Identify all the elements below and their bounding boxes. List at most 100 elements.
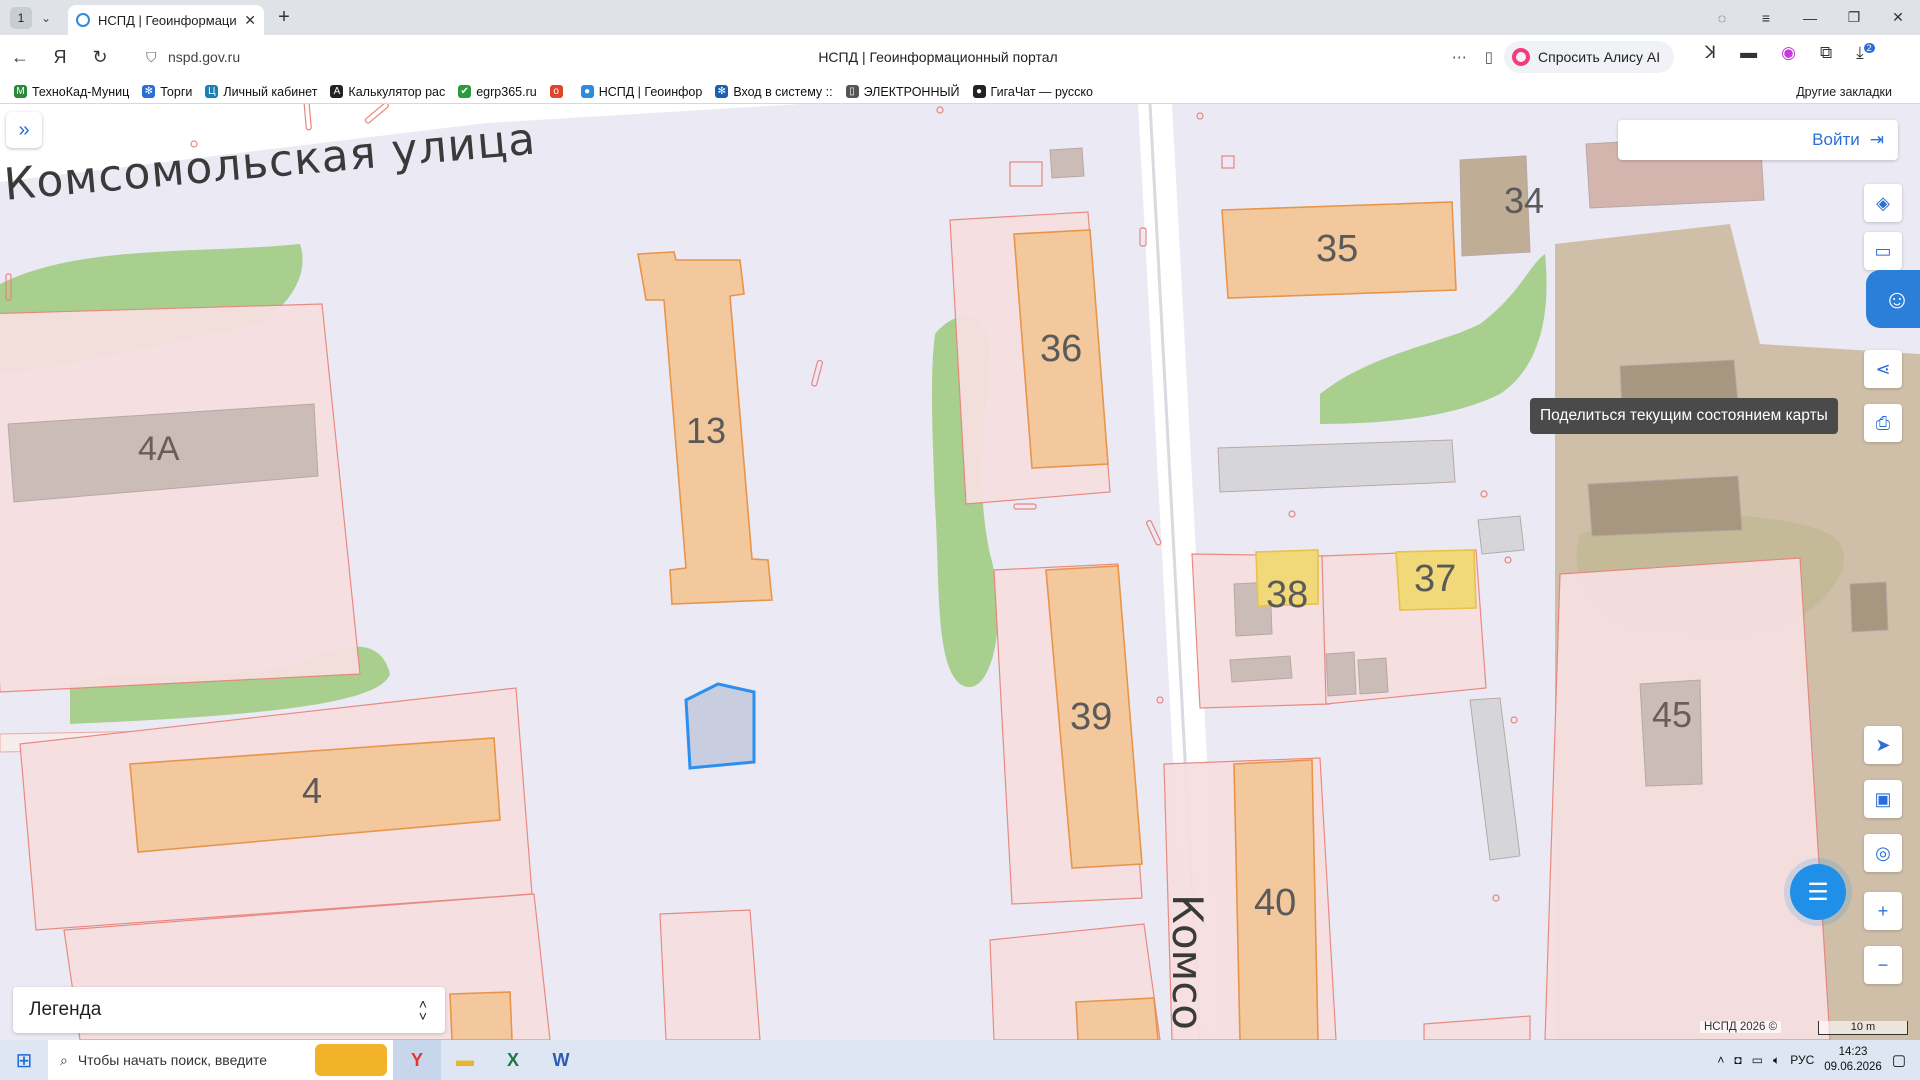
ruler-icon[interactable]: ▭	[1864, 232, 1902, 270]
login-arrow-icon: ⇥	[1869, 130, 1884, 149]
building-gray	[1587, 475, 1743, 537]
profile-icon[interactable]: ◌	[1700, 10, 1744, 26]
layers-icon[interactable]: ◈	[1864, 184, 1902, 222]
locate-icon[interactable]: ➤	[1864, 726, 1902, 764]
alice-icon	[1512, 48, 1530, 66]
zoom-in-button[interactable]: +	[1864, 892, 1902, 930]
shield-icon[interactable]: ⛉	[146, 49, 157, 66]
building-label: 4А	[138, 430, 180, 468]
bookmark-favicon-icon: M	[14, 85, 27, 98]
clock[interactable]: 14:23 09.06.2026	[1824, 1045, 1882, 1075]
network-icon[interactable]: ▭	[1752, 1053, 1763, 1067]
bookmark-label: Торги	[160, 84, 193, 99]
zoom-out-button[interactable]: −	[1864, 946, 1902, 984]
tray-expand-icon[interactable]: ˄	[1717, 1053, 1724, 1067]
legend-panel[interactable]: Легенда ˄ ˅	[13, 987, 445, 1033]
bookmark-item[interactable]: ▯ ЭЛЕКТРОННЫЙ	[845, 84, 960, 99]
map-canvas[interactable]: Комсомольская улица Комсо 13 34 35 36 4А…	[0, 104, 1920, 1040]
building-gray	[1849, 581, 1889, 633]
bookmark-icon[interactable]: ▯	[1485, 48, 1493, 66]
map-svg	[0, 104, 1920, 1040]
geo-search-icon[interactable]: ◎	[1864, 834, 1902, 872]
yandex-browser-taskbar-icon[interactable]: Y	[393, 1040, 441, 1080]
building-gray	[1357, 657, 1389, 695]
bookmarks-bar: M ТехноКад-Муниц ✻ Торги Ц Личный кабинет A Кал…	[0, 80, 1920, 104]
more-icon[interactable]: ⋯	[1452, 48, 1467, 66]
meet-icon[interactable]: ◘	[1734, 1053, 1741, 1067]
minimize-button[interactable]: —	[1788, 10, 1832, 26]
notifications-icon[interactable]: ▢	[1892, 1051, 1906, 1069]
bookmark-favicon-icon: ●	[580, 85, 594, 98]
bookmark-favicon-icon: ●	[972, 85, 986, 98]
bookmark-item[interactable]: Ц Личный кабинет	[205, 85, 317, 99]
bookmark-item[interactable]: ✻ Вход в систему ::	[715, 84, 833, 99]
close-tab-icon[interactable]: ✕	[244, 12, 256, 29]
building	[449, 991, 513, 1040]
bookmark-label: ТехноКад-Муниц	[32, 84, 130, 99]
building-label: 38	[1266, 574, 1309, 616]
print-icon[interactable]: ⎙	[1864, 404, 1902, 442]
extension-hat-icon[interactable]: ▬	[1740, 43, 1757, 63]
new-tab-button[interactable]: +	[272, 6, 296, 30]
assistant-icon[interactable]: ☺	[1866, 270, 1920, 328]
login-label: Войти	[1812, 130, 1860, 149]
volume-icon[interactable]: 🔈︎	[1773, 1053, 1780, 1068]
tab-counter[interactable]: 1	[10, 6, 32, 29]
chat-bubble-icon[interactable]: ☰	[1790, 864, 1846, 920]
parcel	[1544, 557, 1831, 1040]
login-button[interactable]: Войти ⇥	[1618, 120, 1898, 160]
url-field[interactable]: ⛉ nspd.gov.ru НСПД | Геоинформационный п…	[138, 41, 1493, 73]
bookmark-favicon-icon: Ц	[205, 85, 219, 98]
bookmark-label: ЭЛЕКТРОННЫЙ	[863, 84, 960, 99]
yandex-icon[interactable]: Я	[40, 47, 80, 68]
excel-taskbar-icon[interactable]: X	[489, 1040, 537, 1080]
window-controls: ◌ ≡ — ❐ ✕	[1700, 0, 1920, 35]
system-tray: ˄ ◘ ▭ 🔈︎ РУС 14:23 09.06.2026 ▢	[1717, 1040, 1920, 1080]
file-explorer-taskbar-icon[interactable]: ▬	[441, 1040, 489, 1080]
close-window-button[interactable]: ✕	[1876, 9, 1920, 26]
clock-date: 09.06.2026	[1824, 1061, 1882, 1073]
bookmark-favicon-icon: ▯	[845, 85, 859, 98]
minimap-icon[interactable]: ▣	[1864, 780, 1902, 818]
bookmark-item[interactable]: о	[549, 85, 568, 98]
language-indicator[interactable]: РУС	[1790, 1053, 1814, 1067]
tab-active[interactable]: НСПД | Геоинформаци ✕	[68, 5, 264, 35]
extensions: ꓘ ▬ ◉ ⧉ ⤓ 2	[1705, 43, 1875, 63]
extension-circle-icon[interactable]: ◉	[1781, 43, 1796, 63]
restore-button[interactable]: ❐	[1832, 9, 1876, 26]
bookmark-item[interactable]: ● ГигаЧат — русско	[972, 85, 1093, 99]
parcel	[659, 909, 761, 1040]
extension-k-icon[interactable]: ꓘ	[1705, 43, 1716, 63]
downloads-icon[interactable]: ⤓ 2	[1856, 43, 1875, 63]
share-tooltip: Поделиться текущим состоянием карты	[1530, 398, 1838, 434]
tab-list-chevron-icon[interactable]: ⌄	[32, 11, 60, 25]
other-bookmarks[interactable]: Другие закладки	[1796, 85, 1892, 99]
taskbar-search[interactable]: ⌕ Чтобы начать поиск, введите	[48, 1040, 393, 1080]
building-gray	[1325, 651, 1357, 697]
search-highlight-image	[315, 1044, 387, 1076]
alice-button[interactable]: Спросить Алису AI	[1504, 41, 1674, 73]
clock-time: 14:23	[1838, 1046, 1868, 1058]
bookmark-item[interactable]: ● НСПД | Геоинфор	[580, 85, 702, 99]
building-label: 45	[1652, 694, 1693, 735]
expand-sidebar-button[interactable]: »	[6, 112, 42, 148]
reload-icon[interactable]: ↻	[80, 47, 120, 68]
share-icon[interactable]: ⋖	[1864, 350, 1902, 388]
menu-icon[interactable]: ≡	[1744, 10, 1788, 26]
url-text[interactable]: nspd.gov.ru	[168, 49, 240, 65]
back-arrow-icon[interactable]: ←	[0, 47, 40, 68]
bookmark-item[interactable]: M ТехноКад-Муниц	[14, 85, 129, 99]
parcel	[1423, 1015, 1531, 1040]
windows-start-icon[interactable]: ⊞	[0, 1040, 48, 1080]
word-taskbar-icon[interactable]: W	[537, 1040, 585, 1080]
building-label: 4	[302, 770, 323, 811]
bookmark-item[interactable]: ✻ Торги	[142, 85, 192, 99]
nspd-favicon-icon	[76, 13, 90, 27]
bookmark-item[interactable]: ✔ egrp365.ru	[458, 85, 537, 99]
bookmark-favicon-icon: ✻	[715, 85, 729, 98]
collections-icon[interactable]: ⧉	[1820, 43, 1832, 63]
bookmark-label: Вход в систему ::	[733, 84, 833, 99]
building-gray	[1229, 655, 1293, 683]
tab-title: НСПД | Геоинформаци	[98, 12, 237, 28]
bookmark-item[interactable]: A Калькулятор рас	[330, 85, 445, 99]
